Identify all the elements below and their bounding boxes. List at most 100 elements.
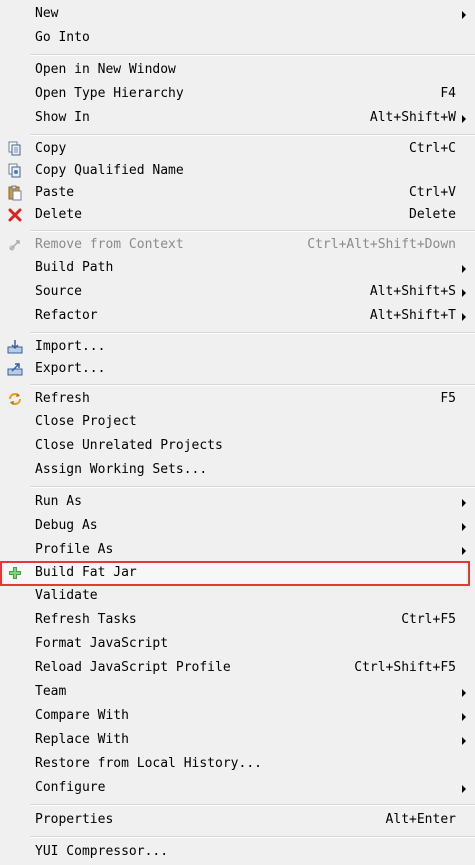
menu-item-label: Refresh xyxy=(35,391,90,406)
export-icon xyxy=(7,363,23,376)
menu-item-refresh[interactable]: Refresh F5 xyxy=(0,388,475,412)
menu-separator xyxy=(30,134,475,136)
submenu-arrow-icon xyxy=(462,523,466,531)
menu-item-shortcut: Alt+Shift+T xyxy=(369,308,456,323)
menu-item-restore-from-local-history[interactable]: Restore from Local History... xyxy=(0,753,475,777)
submenu-arrow-icon xyxy=(462,499,466,507)
menu-item-validate[interactable]: Validate xyxy=(0,585,475,609)
menu-item-label: Refactor xyxy=(35,308,98,323)
menu-item-shortcut: Alt+Shift+S xyxy=(369,284,456,299)
menu-item-label: Profile As xyxy=(35,542,114,557)
menu-separator xyxy=(30,804,475,806)
menu-item-reload-javascript-profile[interactable]: Reload JavaScript Profile Ctrl+Shift+F5 xyxy=(0,657,475,681)
submenu-arrow-icon xyxy=(462,11,466,19)
menu-item-source[interactable]: Source Alt+Shift+S xyxy=(0,281,475,305)
menu-item-label: Open Type Hierarchy xyxy=(35,86,184,101)
menu-item-run-as[interactable]: Run As xyxy=(0,491,475,515)
menu-item-debug-as[interactable]: Debug As xyxy=(0,515,475,539)
menu-item-label: Debug As xyxy=(35,518,98,533)
menu-item-refactor[interactable]: Refactor Alt+Shift+T xyxy=(0,305,475,329)
menu-item-label: Team xyxy=(35,684,67,699)
copy-qualified-name-icon xyxy=(8,163,21,178)
menu-item-label: Refresh Tasks xyxy=(35,612,137,627)
menu-item-open-in-new-window[interactable]: Open in New Window xyxy=(0,59,475,83)
menu-item-remove-from-context: Remove from Context Ctrl+Alt+Shift+Down xyxy=(0,234,475,258)
menu-item-label: Format JavaScript xyxy=(35,636,169,651)
context-menu: New Go Into Open in New Window Open Type… xyxy=(0,0,475,865)
menu-separator xyxy=(30,54,475,56)
menu-item-close-unrelated-projects[interactable]: Close Unrelated Projects xyxy=(0,435,475,459)
menu-item-assign-working-sets[interactable]: Assign Working Sets... xyxy=(0,459,475,483)
menu-item-open-type-hierarchy[interactable]: Open Type Hierarchy F4 xyxy=(0,83,475,107)
menu-item-show-in[interactable]: Show In Alt+Shift+W xyxy=(0,107,475,131)
submenu-arrow-icon xyxy=(462,737,466,745)
menu-item-label: Open in New Window xyxy=(35,62,176,77)
menu-item-go-into[interactable]: Go Into xyxy=(0,27,475,51)
menu-item-shortcut: Ctrl+C xyxy=(409,141,456,156)
menu-item-shortcut: Ctrl+F5 xyxy=(401,612,456,627)
delete-icon xyxy=(8,208,22,222)
menu-separator xyxy=(30,384,475,386)
menu-item-label: Delete xyxy=(35,207,82,222)
menu-item-yui-compressor[interactable]: YUI Compressor... xyxy=(0,841,475,865)
menu-item-label: New xyxy=(35,6,59,21)
menu-item-shortcut: Ctrl+V xyxy=(409,185,456,200)
menu-item-label: Properties xyxy=(35,812,114,827)
menu-item-label: YUI Compressor... xyxy=(35,844,169,859)
menu-item-shortcut: F5 xyxy=(440,391,456,406)
menu-item-shortcut: F4 xyxy=(440,86,456,101)
menu-item-shortcut: Alt+Shift+W xyxy=(369,110,456,125)
menu-item-label: Paste xyxy=(35,185,75,200)
menu-item-label: Configure xyxy=(35,780,106,795)
menu-item-paste[interactable]: Paste Ctrl+V xyxy=(0,182,475,206)
menu-item-properties[interactable]: Properties Alt+Enter xyxy=(0,809,475,833)
paste-icon xyxy=(8,185,22,201)
menu-item-label: Run As xyxy=(35,494,82,509)
menu-item-team[interactable]: Team xyxy=(0,681,475,705)
menu-item-label: Build Path xyxy=(35,260,114,275)
submenu-arrow-icon xyxy=(462,785,466,793)
menu-item-close-project[interactable]: Close Project xyxy=(0,411,475,435)
copy-icon xyxy=(8,141,21,156)
menu-item-replace-with[interactable]: Replace With xyxy=(0,729,475,753)
menu-separator xyxy=(30,230,475,232)
menu-item-label: Go Into xyxy=(35,30,90,45)
submenu-arrow-icon xyxy=(462,115,466,123)
remove-from-context-icon xyxy=(9,240,20,251)
submenu-arrow-icon xyxy=(462,713,466,721)
menu-item-shortcut: Ctrl+Alt+Shift+Down xyxy=(307,237,456,252)
menu-item-compare-with[interactable]: Compare With xyxy=(0,705,475,729)
menu-item-label: Show In xyxy=(35,110,90,125)
menu-item-label: Copy Qualified Name xyxy=(35,163,184,178)
highlight-box xyxy=(0,561,470,586)
menu-item-new[interactable]: New xyxy=(0,3,475,27)
menu-item-profile-as[interactable]: Profile As xyxy=(0,539,475,563)
menu-item-label: Reload JavaScript Profile xyxy=(35,660,231,675)
menu-item-copy-qualified-name[interactable]: Copy Qualified Name xyxy=(0,160,475,184)
refresh-icon xyxy=(9,393,21,405)
menu-separator xyxy=(30,332,475,334)
menu-item-shortcut: Ctrl+Shift+F5 xyxy=(354,660,456,675)
menu-item-shortcut: Delete xyxy=(409,207,456,222)
menu-item-label: Close Unrelated Projects xyxy=(35,438,223,453)
menu-item-label: Compare With xyxy=(35,708,129,723)
menu-item-delete[interactable]: Delete Delete xyxy=(0,204,475,228)
menu-item-refresh-tasks[interactable]: Refresh Tasks Ctrl+F5 xyxy=(0,609,475,633)
menu-item-configure[interactable]: Configure xyxy=(0,777,475,801)
menu-item-label: Import... xyxy=(35,339,106,354)
menu-item-label: Export... xyxy=(35,361,106,376)
menu-item-build-path[interactable]: Build Path xyxy=(0,257,475,281)
menu-item-label: Validate xyxy=(35,588,98,603)
submenu-arrow-icon xyxy=(462,313,466,321)
menu-item-label: Close Project xyxy=(35,414,137,429)
menu-item-copy[interactable]: Copy Ctrl+C xyxy=(0,138,475,162)
menu-item-label: Restore from Local History... xyxy=(35,756,262,771)
menu-item-shortcut: Alt+Enter xyxy=(385,812,456,827)
submenu-arrow-icon xyxy=(462,289,466,297)
menu-item-label: Replace With xyxy=(35,732,129,747)
menu-item-export[interactable]: Export... xyxy=(0,358,475,382)
menu-item-label: Remove from Context xyxy=(35,237,184,252)
menu-item-format-javascript[interactable]: Format JavaScript xyxy=(0,633,475,657)
menu-item-import[interactable]: Import... xyxy=(0,336,475,360)
import-icon xyxy=(7,340,23,354)
